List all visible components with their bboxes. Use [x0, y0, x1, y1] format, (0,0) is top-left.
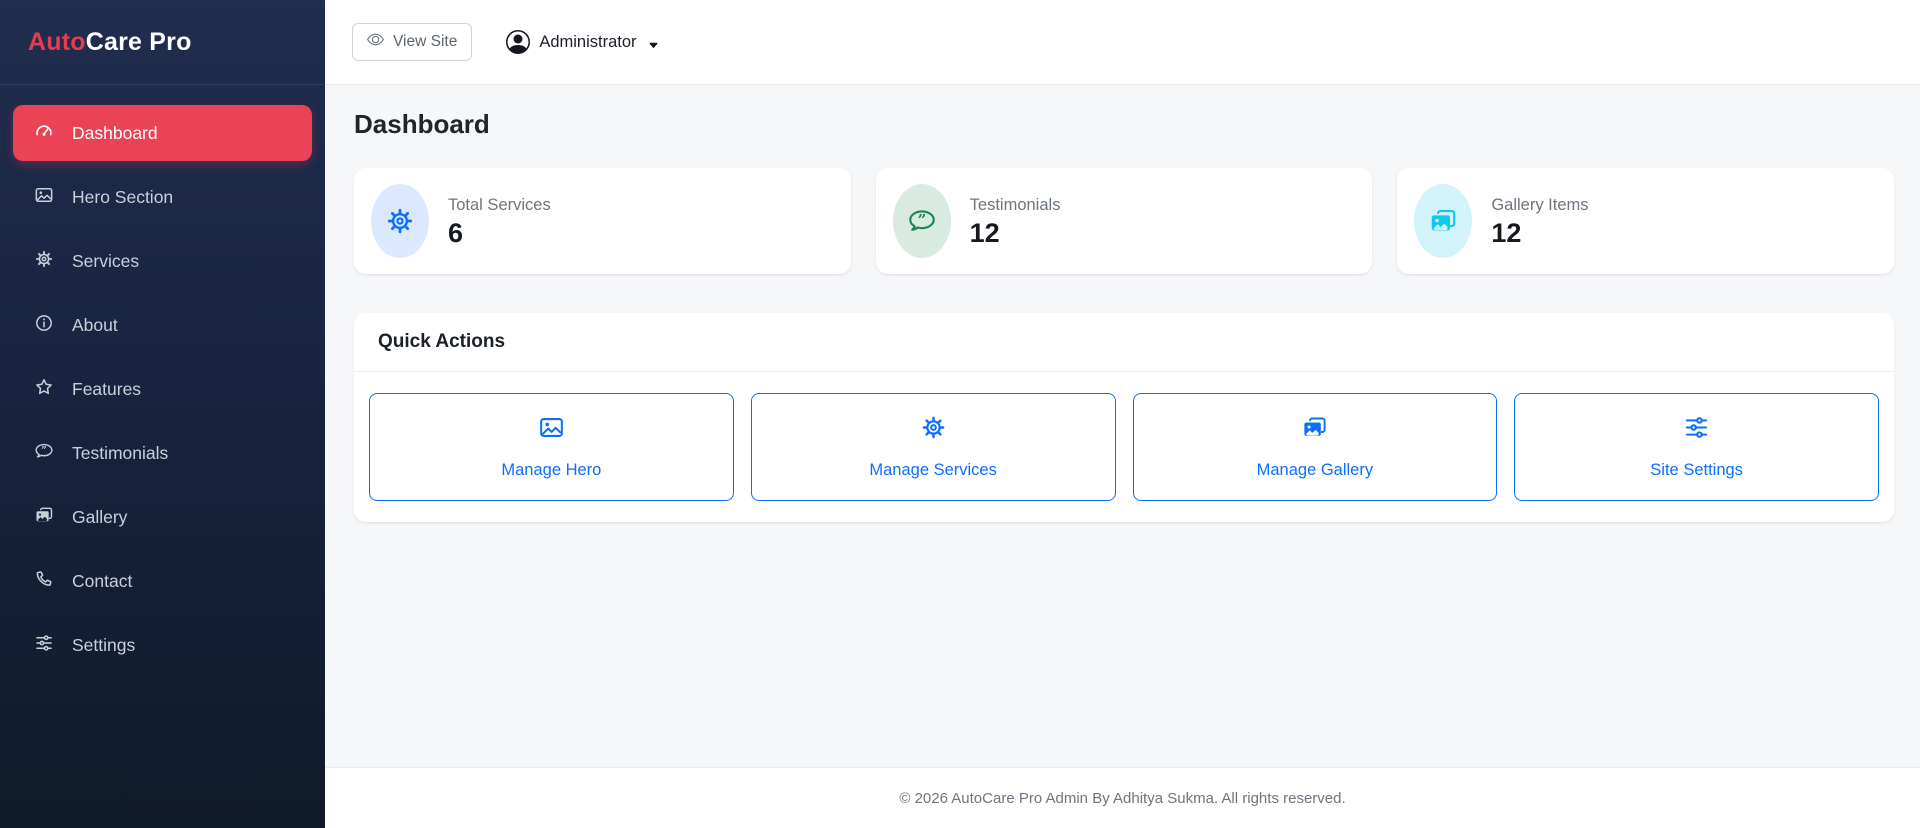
stat-text: Gallery Items 12 [1491, 196, 1588, 247]
sidebar-item-label: Services [72, 250, 140, 271]
speedometer-icon [34, 121, 54, 146]
stat-label: Total Services [448, 195, 551, 214]
stat-card-total-services: Total Services 6 [354, 168, 851, 274]
brand-logo-secondary: Care Pro [85, 27, 192, 56]
gear-icon [371, 184, 429, 258]
page-title: Dashboard [354, 109, 490, 139]
footer: © 2026 AutoCare Pro Admin By Adhitya Suk… [325, 767, 1920, 828]
brand-logo-primary: Auto [28, 27, 86, 56]
content-area: Dashboard Total Services 6 Testimonials … [325, 85, 1920, 767]
quick-actions-card: Quick Actions Manage Hero Manage Service… [354, 313, 1894, 522]
quick-action-label: Manage Hero [501, 461, 602, 479]
sidebar-item-hero-section[interactable]: Hero Section [13, 169, 312, 225]
sidebar-item-about[interactable]: About [13, 297, 312, 353]
footer-text: © 2026 AutoCare Pro Admin By Adhitya Suk… [899, 789, 1346, 807]
sidebar: AutoCare Pro Dashboard Hero Section Serv… [0, 0, 325, 828]
quick-action-label: Manage Gallery [1256, 461, 1374, 479]
sidebar-item-contact[interactable]: Contact [13, 553, 312, 609]
info-circle-icon [34, 313, 54, 338]
stat-value: 6 [448, 217, 464, 248]
site-settings-button[interactable]: Site Settings [1514, 393, 1879, 501]
sidebar-item-dashboard[interactable]: Dashboard [13, 105, 312, 161]
sidebar-item-label: Testimonials [72, 442, 169, 463]
view-site-label: View Site [393, 33, 458, 50]
sidebar-nav: Dashboard Hero Section Services About Fe… [0, 85, 325, 691]
images-icon [34, 505, 54, 530]
quick-actions-title: Quick Actions [354, 313, 1894, 372]
sidebar-item-label: Settings [72, 634, 136, 655]
view-site-button[interactable]: View Site [352, 23, 473, 61]
sidebar-item-services[interactable]: Services [13, 233, 312, 289]
manage-hero-button[interactable]: Manage Hero [369, 393, 734, 501]
stat-text: Total Services 6 [448, 196, 551, 247]
main-column: View Site Administrator Dashboard Total … [325, 0, 1920, 828]
sidebar-item-label: Gallery [72, 506, 128, 527]
stat-text: Testimonials 12 [970, 196, 1061, 247]
quick-actions-body: Manage Hero Manage Services Manage Galle… [354, 372, 1894, 522]
image-icon [538, 414, 565, 446]
image-icon [34, 185, 54, 210]
stats-row: Total Services 6 Testimonials 12 Gallery… [354, 168, 1894, 274]
star-icon [34, 377, 54, 402]
sidebar-item-label: Dashboard [72, 122, 158, 143]
stat-value: 12 [1491, 217, 1522, 248]
sliders-icon [1683, 414, 1710, 446]
user-menu[interactable]: Administrator [506, 30, 658, 54]
sidebar-item-gallery[interactable]: Gallery [13, 489, 312, 545]
sidebar-item-features[interactable]: Features [13, 361, 312, 417]
stat-label: Gallery Items [1491, 195, 1589, 214]
gear-icon [34, 249, 54, 274]
chat-quote-icon [892, 184, 951, 258]
stat-value: 12 [969, 217, 1000, 248]
telephone-icon [34, 569, 54, 594]
sidebar-item-label: About [72, 314, 118, 335]
sidebar-item-settings[interactable]: Settings [13, 617, 312, 673]
stat-card-testimonials: Testimonials 12 [875, 168, 1373, 274]
sidebar-item-label: Hero Section [72, 186, 174, 207]
quick-action-label: Manage Services [869, 461, 997, 479]
sidebar-header: AutoCare Pro [0, 0, 325, 85]
caret-down-icon [648, 37, 659, 48]
images-icon [1414, 184, 1473, 258]
topbar: View Site Administrator [325, 0, 1920, 85]
eye-icon [367, 31, 384, 53]
stat-label: Testimonials [969, 195, 1061, 214]
sliders-icon [34, 633, 54, 658]
user-menu-label: Administrator [539, 32, 637, 51]
sidebar-item-label: Contact [72, 570, 133, 591]
brand-logo: AutoCare Pro [28, 28, 192, 57]
sidebar-item-testimonials[interactable]: Testimonials [13, 425, 312, 481]
manage-gallery-button[interactable]: Manage Gallery [1132, 393, 1498, 501]
manage-services-button[interactable]: Manage Services [750, 393, 1116, 501]
gear-icon [920, 414, 947, 446]
person-circle-icon [506, 30, 530, 54]
chat-quote-icon [34, 441, 54, 466]
quick-action-label: Site Settings [1650, 461, 1743, 479]
images-icon [1301, 414, 1328, 446]
stat-card-gallery-items: Gallery Items 12 [1397, 168, 1894, 274]
sidebar-item-label: Features [72, 378, 142, 399]
